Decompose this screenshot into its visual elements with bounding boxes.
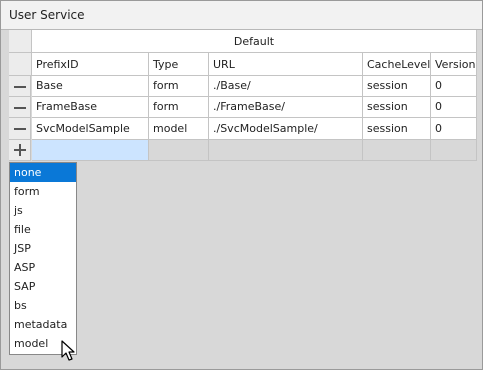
gutter-header-bottom (9, 53, 32, 76)
cell-version[interactable]: 0 (431, 76, 477, 97)
dropdown-option-metadata[interactable]: metadata (10, 315, 76, 334)
dropdown-option-js[interactable]: js (10, 201, 76, 220)
column-header-type[interactable]: Type (149, 53, 209, 76)
cell-url[interactable]: ./FrameBase/ (209, 97, 363, 118)
new-row-type-field[interactable] (149, 140, 209, 161)
dropdown-option-asp[interactable]: ASP (10, 258, 76, 277)
cell-cachelevel[interactable]: session (363, 97, 431, 118)
remove-row-button[interactable] (9, 76, 31, 97)
remove-row-button[interactable] (9, 118, 31, 140)
cell-version[interactable]: 0 (431, 118, 477, 140)
column-header-prefixid[interactable]: PrefixID (32, 53, 149, 76)
column-header-url[interactable]: URL (209, 53, 363, 76)
dropdown-option-form[interactable]: form (10, 182, 76, 201)
cell-type[interactable]: model (149, 118, 209, 140)
panel-title-bar: User Service (1, 1, 482, 30)
new-row-cachelevel-field[interactable] (363, 140, 431, 161)
cell-version[interactable]: 0 (431, 97, 477, 118)
minus-icon (14, 107, 26, 109)
mouse-pointer-icon (61, 340, 75, 361)
new-row-version-field[interactable] (431, 140, 477, 161)
user-service-panel: User Service Default PrefixID Type URL C… (0, 0, 483, 370)
cell-type[interactable]: form (149, 76, 209, 97)
column-header-version[interactable]: Version (431, 53, 477, 76)
cell-prefixid[interactable]: FrameBase (32, 97, 149, 118)
column-group-header: Default (32, 30, 477, 53)
type-dropdown-list[interactable]: none form js file JSP ASP SAP bs metadat… (9, 162, 77, 355)
panel-title: User Service (9, 8, 85, 22)
new-row-url-field[interactable] (209, 140, 363, 161)
cell-prefixid[interactable]: SvcModelSample (32, 118, 149, 140)
cell-cachelevel[interactable]: session (363, 118, 431, 140)
cell-url[interactable]: ./SvcModelSample/ (209, 118, 363, 140)
gutter-header-top (9, 30, 32, 53)
dropdown-option-file[interactable]: file (10, 220, 76, 239)
add-row-button[interactable] (9, 140, 31, 161)
cell-type[interactable]: form (149, 97, 209, 118)
minus-icon (14, 128, 26, 130)
dropdown-option-bs[interactable]: bs (10, 296, 76, 315)
cell-prefixid[interactable]: Base (32, 76, 149, 97)
dropdown-option-jsp[interactable]: JSP (10, 239, 76, 258)
column-header-cachelevel[interactable]: CacheLevel (363, 53, 431, 76)
dropdown-option-none[interactable]: none (10, 163, 76, 182)
dropdown-option-sap[interactable]: SAP (10, 277, 76, 296)
new-row-prefixid-field[interactable] (32, 140, 149, 161)
cell-cachelevel[interactable]: session (363, 76, 431, 97)
minus-icon (14, 86, 26, 88)
remove-row-button[interactable] (9, 97, 31, 118)
cell-url[interactable]: ./Base/ (209, 76, 363, 97)
user-service-grid: Default PrefixID Type URL CacheLevel Ver… (9, 30, 477, 163)
